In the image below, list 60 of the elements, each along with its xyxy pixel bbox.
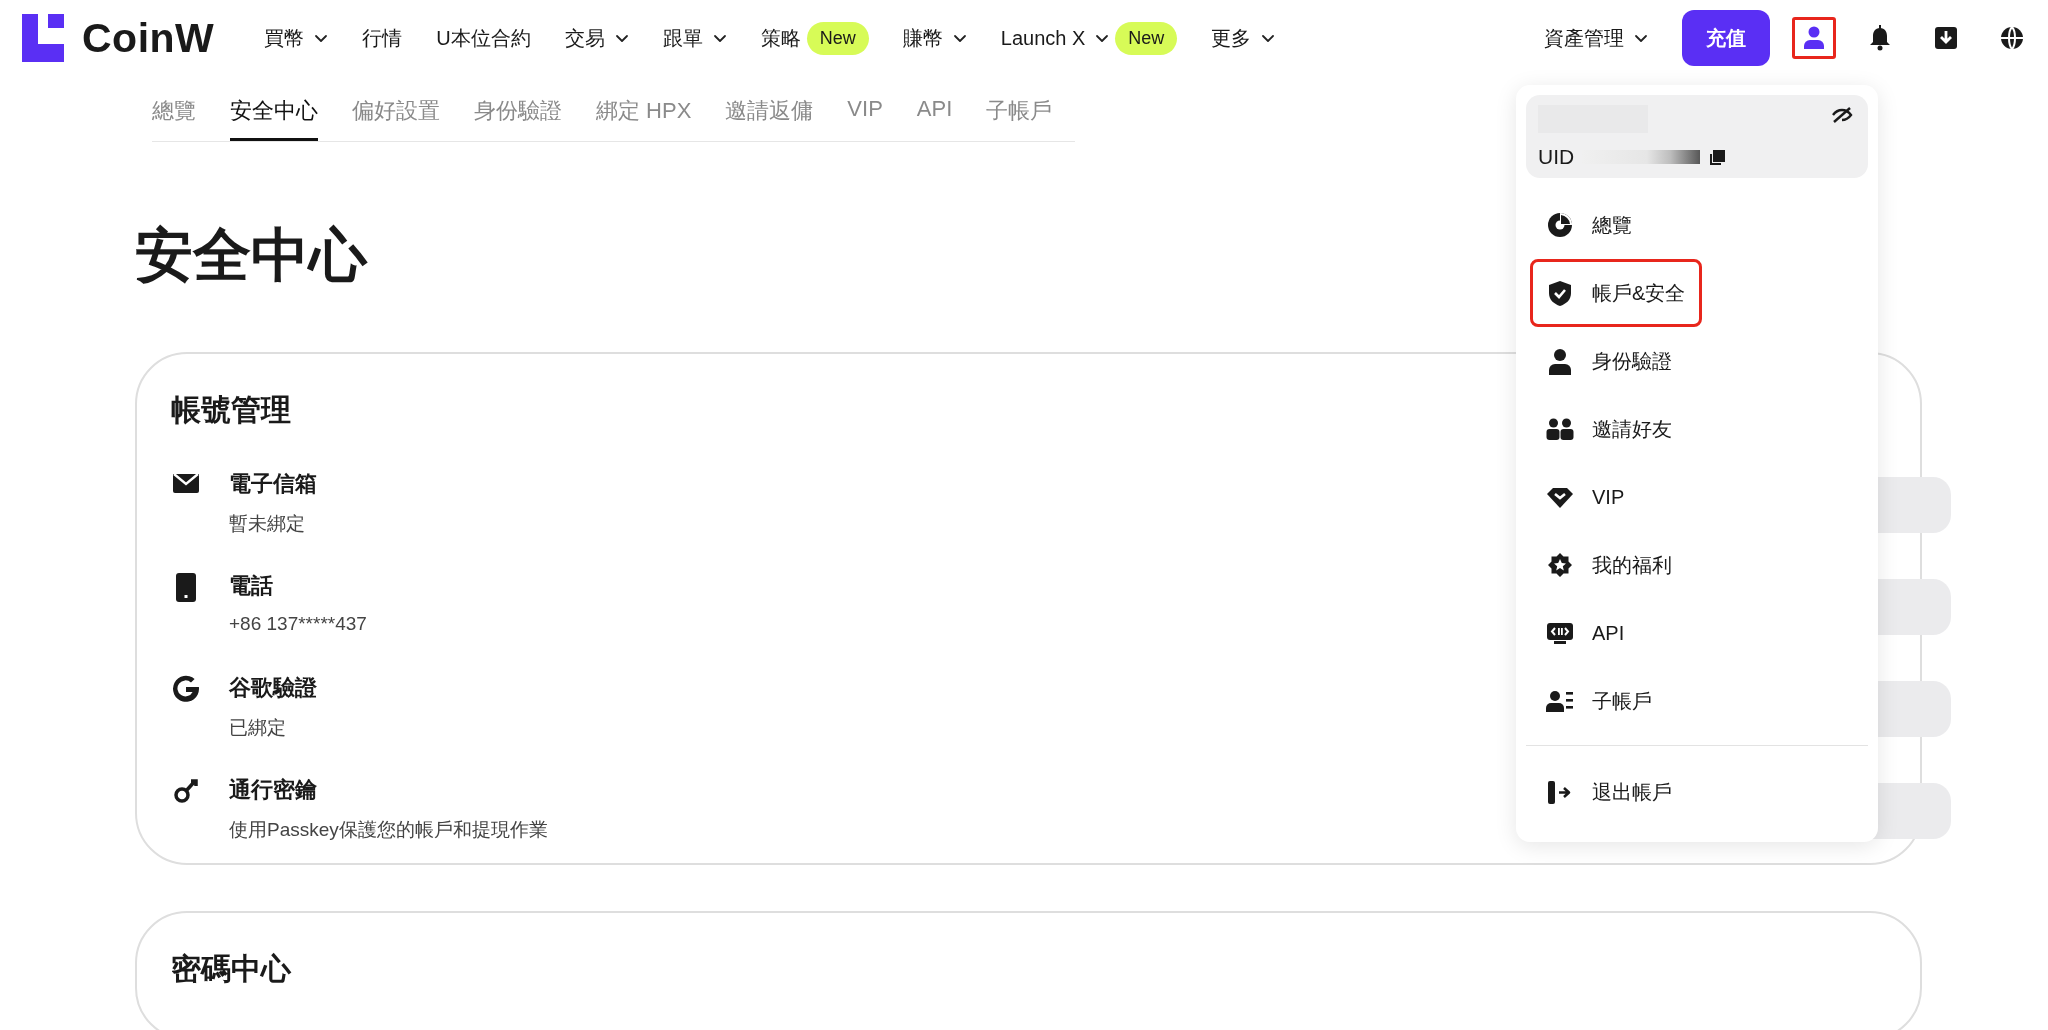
menu-item[interactable]: API <box>1530 599 1642 667</box>
nav-menu-item[interactable]: 買幣 <box>264 24 305 52</box>
monitor-code-icon <box>1546 621 1574 645</box>
person-icon <box>1546 347 1574 375</box>
menu-item[interactable]: 身份驗證 <box>1530 327 1689 395</box>
menu-item[interactable]: 我的福利 <box>1530 531 1689 599</box>
diamond-icon <box>1546 486 1574 508</box>
nav-menu-item[interactable]: 行情 <box>362 24 403 52</box>
menu-item[interactable]: 帳戶&安全 <box>1530 259 1703 327</box>
new-badge: New <box>806 21 869 55</box>
setting-detail: 使用Passkey保護您的帳戶和提現作業 <box>229 817 548 842</box>
card-title: 帳號管理 <box>171 391 291 428</box>
key-icon <box>173 776 199 803</box>
brand-name: CoinW <box>82 14 215 62</box>
nav-menu-item[interactable]: 交易 <box>564 24 605 52</box>
caret-icon[interactable] <box>1095 32 1110 44</box>
person-list-icon <box>1546 690 1574 712</box>
tab[interactable]: 邀請返傭 <box>725 88 814 141</box>
user-icon[interactable] <box>1792 17 1836 59</box>
uid-label: UID <box>1538 145 1575 169</box>
nav-menu-item[interactable]: 更多 <box>1211 24 1252 52</box>
menu-item[interactable]: 邀請好友 <box>1530 395 1689 463</box>
tab[interactable]: 安全中心 <box>230 88 318 141</box>
nav-menu-item[interactable]: U本位合約 <box>436 24 531 52</box>
nav-menu-item[interactable]: 跟單 <box>662 24 703 52</box>
logo-icon <box>22 14 64 62</box>
setting-label: 谷歌驗證 <box>229 673 317 702</box>
caret-icon[interactable] <box>1634 32 1648 44</box>
caret-icon[interactable] <box>952 32 967 44</box>
tab[interactable]: 總覽 <box>152 88 196 141</box>
setting-label: 通行密鑰 <box>229 775 317 804</box>
setting-label: 電話 <box>229 571 273 600</box>
nav-menu-item[interactable]: 策略 <box>760 24 801 52</box>
caret-icon[interactable] <box>712 32 727 44</box>
setting-label: 電子信箱 <box>229 469 317 498</box>
eye-slash-icon[interactable] <box>1830 105 1854 125</box>
menu-item[interactable]: 總覽 <box>1530 191 1649 259</box>
menu-item[interactable]: 退出帳戶 <box>1530 758 1689 826</box>
pie-chart-icon <box>1546 212 1574 238</box>
caret-icon[interactable] <box>314 32 329 44</box>
nav-menu-item[interactable]: Launch X <box>1000 26 1086 50</box>
new-badge: New <box>1115 21 1178 55</box>
menu-item[interactable]: VIP <box>1530 463 1642 531</box>
setting-detail: 已綁定 <box>229 715 286 740</box>
card-title: 密碼中心 <box>171 950 291 987</box>
people-icon <box>1546 418 1574 440</box>
menu-item[interactable]: 子帳戶 <box>1530 667 1669 735</box>
nav-menu-item[interactable]: 賺幣 <box>902 24 943 52</box>
phone-icon <box>175 572 197 602</box>
star-badge-icon <box>1546 553 1574 577</box>
deposit-button[interactable]: 充值 <box>1682 10 1770 66</box>
caret-icon[interactable] <box>1261 32 1276 44</box>
google-icon <box>172 674 200 703</box>
setting-detail: 暫未綁定 <box>229 511 305 536</box>
setting-detail: +86 137*****437 <box>229 612 367 635</box>
shield-check-icon <box>1546 279 1574 307</box>
assets-menu[interactable]: 資產管理 <box>1544 24 1624 52</box>
page-title: 安全中心 <box>135 221 367 289</box>
copy-icon[interactable] <box>1708 149 1727 165</box>
caret-icon[interactable] <box>614 32 629 44</box>
